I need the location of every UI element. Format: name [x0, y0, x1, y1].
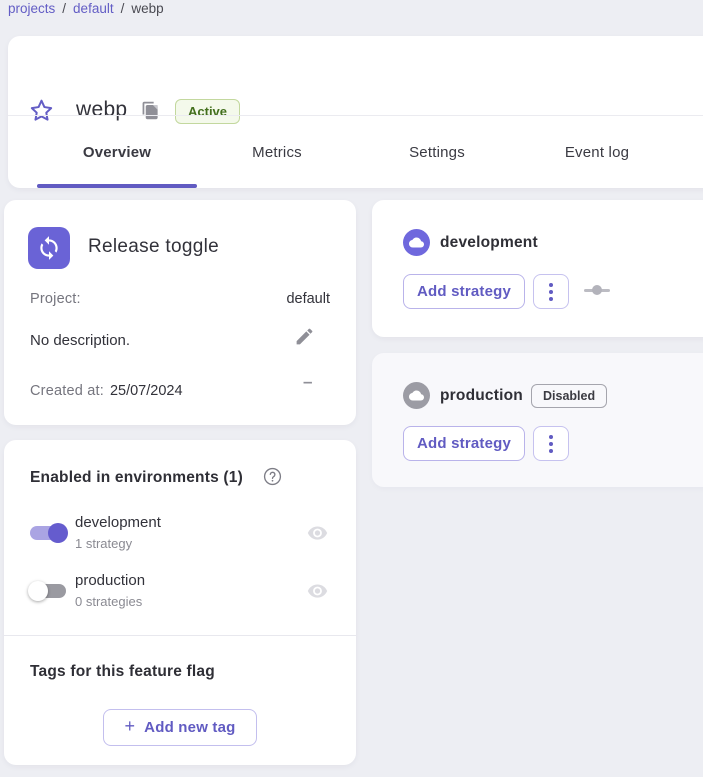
environment-menu-button-production[interactable]: [533, 426, 569, 461]
visibility-icon-development[interactable]: [307, 525, 328, 541]
breadcrumb-current: webp: [131, 1, 163, 16]
enabled-environments-card: Enabled in environments (1) development …: [4, 440, 356, 765]
add-new-tag-button[interactable]: + Add new tag: [103, 709, 257, 746]
toggle-thumb: [28, 581, 48, 601]
add-new-tag-label: Add new tag: [144, 719, 235, 736]
add-strategy-button-production[interactable]: Add strategy: [403, 426, 525, 461]
project-label: Project:: [30, 291, 81, 307]
toggle-development[interactable]: [28, 523, 68, 543]
tab-metrics[interactable]: Metrics: [197, 116, 357, 188]
kebab-icon: [549, 283, 553, 301]
tab-event-log[interactable]: Event log: [517, 116, 677, 188]
breadcrumb-separator: /: [121, 1, 125, 16]
toggle-thumb: [48, 523, 68, 543]
project-value: default: [286, 291, 330, 307]
breadcrumb: projects / default / webp: [8, 1, 164, 16]
flag-details-card: Release toggle Project: default No descr…: [4, 200, 356, 425]
env-row-strategies-development: 1 strategy: [75, 536, 132, 551]
disabled-badge: Disabled: [531, 384, 607, 408]
visibility-icon-production[interactable]: [307, 583, 328, 599]
add-strategy-button-development[interactable]: Add strategy: [403, 274, 525, 309]
kebab-icon: [549, 435, 553, 453]
tab-settings[interactable]: Settings: [357, 116, 517, 188]
breadcrumb-separator: /: [62, 1, 66, 16]
production-cloud-icon: [403, 382, 430, 409]
tags-divider: [4, 635, 356, 636]
env-row-strategies-production: 0 strategies: [75, 594, 142, 609]
environment-card-development: development Add strategy: [372, 200, 703, 337]
env-row-name-development: development: [75, 514, 161, 531]
created-at-row: Created at: 25/07/2024: [30, 382, 183, 399]
feature-flag-page: projects / default / webp webp Active Overvi…: [0, 0, 703, 777]
plus-icon: +: [124, 716, 135, 737]
created-at-label: Created at:: [30, 383, 104, 399]
environment-name-production: production: [440, 387, 523, 405]
flag-type-label: Release toggle: [88, 236, 219, 258]
collapse-details-button[interactable]: –: [303, 372, 312, 392]
tags-section-title: Tags for this feature flag: [30, 663, 215, 681]
environment-card-production: production Disabled Add strategy: [372, 353, 703, 487]
environment-name-development: development: [440, 234, 538, 252]
breadcrumb-default[interactable]: default: [73, 1, 114, 16]
tab-overview[interactable]: Overview: [37, 116, 197, 188]
help-icon[interactable]: [263, 467, 282, 486]
env-row-name-production: production: [75, 572, 145, 589]
toggle-production[interactable]: [28, 581, 68, 601]
tab-bar: Overview Metrics Settings Event log: [37, 116, 677, 188]
sync-icon: [36, 235, 62, 261]
enabled-environments-title: Enabled in environments (1): [30, 469, 243, 487]
development-cloud-icon: [403, 229, 430, 256]
created-at-value: 25/07/2024: [110, 383, 183, 399]
flag-header-card: webp Active Overview Metrics Settings Ev…: [8, 36, 703, 188]
edit-description-icon[interactable]: [294, 326, 315, 347]
description-text: No description.: [30, 332, 130, 349]
environment-menu-button-development[interactable]: [533, 274, 569, 309]
drag-handle-icon[interactable]: [584, 285, 610, 295]
release-toggle-icon: [28, 227, 70, 269]
breadcrumb-projects[interactable]: projects: [8, 1, 55, 16]
